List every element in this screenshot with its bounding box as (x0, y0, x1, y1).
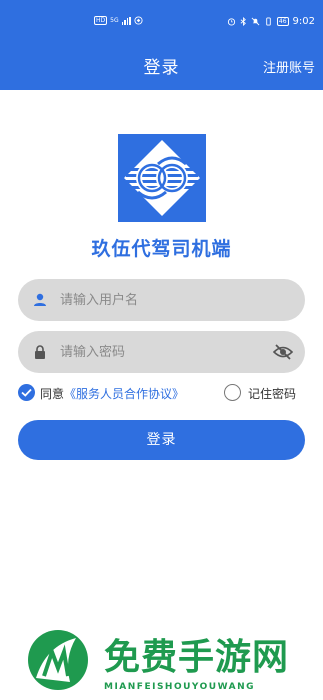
agree-checkbox[interactable] (18, 384, 35, 401)
logo-mark-icon (118, 134, 206, 222)
user-icon (34, 293, 46, 306)
lock-icon (35, 345, 45, 359)
username-field[interactable] (18, 279, 305, 321)
watermark-title: 免费手游网 (104, 637, 290, 678)
signal-icon (121, 16, 131, 25)
nav-bar: 登录 注册账号 (0, 40, 323, 90)
remember-checkbox[interactable] (224, 384, 241, 401)
agreement-link[interactable]: 《服务人员合作协议》 (64, 387, 184, 401)
vibrate-icon (266, 17, 271, 26)
remember-label[interactable]: 记住密码 (248, 385, 296, 402)
agreement-prefix: 同意 (40, 387, 65, 401)
clock: 9:02 (292, 16, 315, 27)
username-input[interactable] (60, 279, 260, 321)
eye-off-icon[interactable] (273, 343, 293, 361)
status-right: 46 9:02 (227, 16, 315, 27)
hd-badge: HD (94, 16, 108, 25)
check-icon (21, 388, 32, 397)
agreement-text: 同意《服务人员合作协议》 (40, 385, 184, 402)
login-button[interactable]: 登录 (18, 420, 305, 460)
bluetooth-icon (240, 17, 246, 26)
options-row: 同意《服务人员合作协议》 记住密码 (18, 384, 308, 404)
alarm-icon (227, 18, 235, 26)
watermark-logo-icon (28, 630, 88, 690)
password-field[interactable] (18, 331, 305, 373)
status-left: HD 5G (94, 16, 143, 25)
watermark: 免费手游网 MIANFEISHOUYOUWANG (0, 620, 323, 700)
password-input[interactable] (60, 331, 260, 373)
wifi-icon (134, 16, 143, 25)
network-label: 5G (110, 17, 119, 24)
status-bar: HD 5G 46 9:02 (0, 0, 323, 40)
app-title: 玖伍代驾司机端 (91, 238, 232, 260)
app-logo (118, 134, 206, 222)
watermark-subtitle: MIANFEISHOUYOUWANG (104, 682, 255, 692)
battery-indicator: 46 (276, 17, 289, 26)
register-link[interactable]: 注册账号 (263, 57, 315, 76)
mute-icon (251, 17, 260, 26)
